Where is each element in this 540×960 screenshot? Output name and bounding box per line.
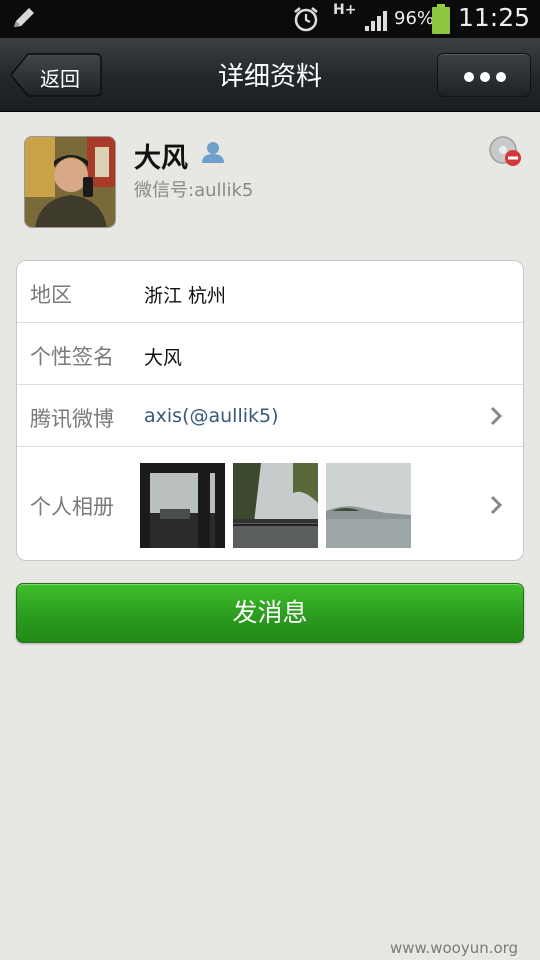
weibo-value[interactable]: axis(@aullik5) bbox=[144, 405, 279, 427]
album-label: 个人相册 bbox=[30, 495, 114, 519]
title-bar: 返回 详细资料 bbox=[0, 38, 540, 112]
wechat-id: 微信号:aullik5 bbox=[134, 180, 254, 201]
person-icon bbox=[202, 142, 224, 163]
region-value: 浙江 杭州 bbox=[144, 285, 227, 307]
row-tencent-weibo[interactable]: 腾讯微博 axis(@aullik5) bbox=[17, 385, 523, 447]
row-region: 地区 浙江 杭州 bbox=[17, 261, 523, 323]
clock: 11:25 bbox=[458, 3, 531, 32]
signature-label: 个性签名 bbox=[30, 345, 114, 369]
avatar-image bbox=[25, 137, 115, 227]
avatar[interactable] bbox=[24, 136, 116, 228]
album-photo[interactable] bbox=[326, 463, 411, 548]
status-bar: H+ 96% 11:25 bbox=[0, 0, 540, 38]
album-photo[interactable] bbox=[233, 463, 318, 548]
row-photo-album[interactable]: 个人相册 bbox=[17, 447, 523, 560]
signal-icon bbox=[365, 11, 387, 31]
row-signature: 个性签名 大风 bbox=[17, 323, 523, 385]
weibo-label: 腾讯微博 bbox=[30, 407, 114, 431]
watermark: www.wooyun.org bbox=[390, 939, 519, 957]
album-photo[interactable] bbox=[140, 463, 225, 548]
battery-icon bbox=[432, 4, 450, 34]
signature-value: 大风 bbox=[144, 347, 183, 369]
details-card: 地区 浙江 杭州 个性签名 大风 腾讯微博 axis(@aullik5) 个人相… bbox=[16, 260, 524, 561]
network-type: H+ bbox=[333, 2, 357, 18]
battery-percent: 96% bbox=[394, 8, 435, 29]
profile-header: 大风 微信号:aullik5 bbox=[0, 112, 540, 242]
pencil-icon bbox=[14, 8, 34, 27]
alarm-icon bbox=[294, 7, 318, 32]
more-button[interactable] bbox=[437, 53, 531, 97]
chevron-right-icon bbox=[490, 406, 503, 426]
send-message-button[interactable]: 发消息 bbox=[16, 583, 524, 643]
chevron-right-icon bbox=[490, 495, 503, 515]
profile-name: 大风 bbox=[134, 143, 188, 174]
blocked-icon[interactable] bbox=[488, 136, 522, 168]
region-label: 地区 bbox=[30, 283, 72, 307]
